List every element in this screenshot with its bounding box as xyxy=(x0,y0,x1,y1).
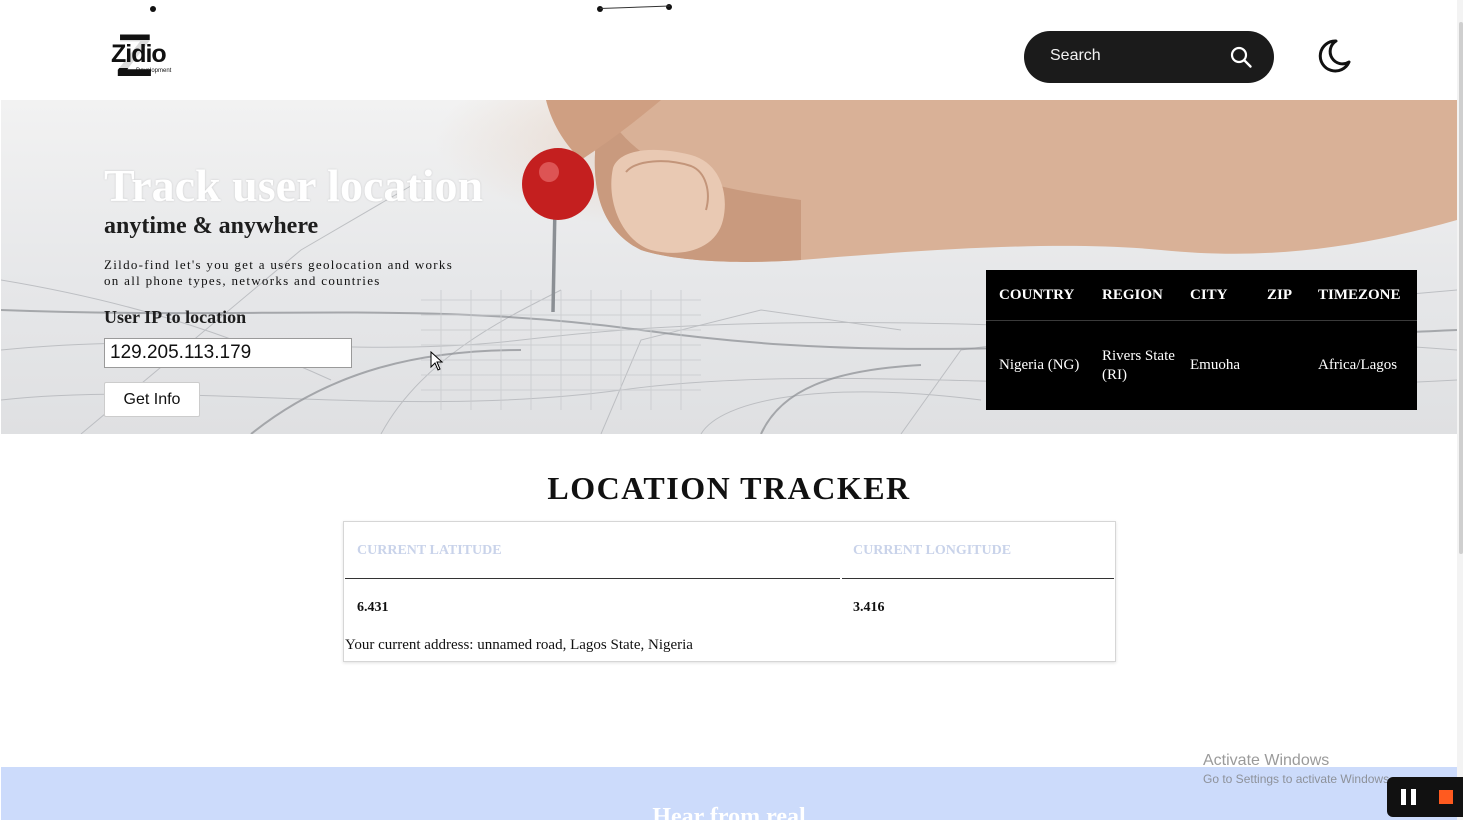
hero-description: Zildo-find let's you get a users geoloca… xyxy=(104,257,454,288)
hero-subtitle: anytime & anywhere xyxy=(104,213,319,239)
cell-region: Rivers State (RI) xyxy=(1102,347,1175,383)
header-divider xyxy=(842,578,1114,579)
get-info-button[interactable]: Get Info xyxy=(104,382,200,417)
mouse-cursor-icon xyxy=(430,351,444,371)
logo-wordmark: Zidio xyxy=(109,40,168,68)
geolocation-result-table: COUNTRY REGION CITY ZIP TIMEZONE Nigeria… xyxy=(986,270,1417,410)
column-header-country: COUNTRY xyxy=(986,270,1089,321)
moon-icon[interactable] xyxy=(1314,36,1354,76)
search-bar[interactable]: Search xyxy=(1024,31,1274,83)
location-tracker-card: CURRENT LATITUDE CURRENT LONGITUDE 6.431… xyxy=(343,521,1116,662)
decorative-dot xyxy=(150,6,156,12)
column-header-timezone: TIMEZONE xyxy=(1305,270,1417,321)
hero-title: Track user location xyxy=(104,160,484,211)
search-icon[interactable] xyxy=(1229,45,1253,69)
logo[interactable]: Z Zidio Development xyxy=(106,26,172,86)
search-input[interactable]: Search xyxy=(1050,47,1101,65)
page-scrollbar-thumb[interactable] xyxy=(1459,22,1463,554)
latitude-value: 6.431 xyxy=(357,600,389,615)
current-address: Your current address: unnamed road, Lago… xyxy=(345,637,693,653)
site-header: Z Zidio Development Search xyxy=(0,0,1463,100)
column-header-zip: ZIP xyxy=(1254,270,1305,321)
column-header-region: REGION xyxy=(1089,270,1177,321)
column-header-city: CITY xyxy=(1177,270,1254,321)
location-tracker-title: LOCATION TRACKER xyxy=(547,470,911,506)
header-divider xyxy=(345,578,840,579)
ip-address-input[interactable] xyxy=(104,338,352,368)
testimonials-title: Hear from real xyxy=(652,804,806,820)
activate-windows-subtitle: Go to Settings to activate Windows. xyxy=(1203,772,1393,786)
ip-input-label: User IP to location xyxy=(104,307,247,327)
longitude-header: CURRENT LONGITUDE xyxy=(853,543,1012,558)
cell-country: Nigeria (NG) xyxy=(999,357,1080,373)
table-header-row: COUNTRY REGION CITY ZIP TIMEZONE xyxy=(986,270,1417,321)
longitude-value: 3.416 xyxy=(853,600,885,615)
activate-windows-notice: Activate Windows Go to Settings to activ… xyxy=(1203,752,1392,786)
cell-timezone: Africa/Lagos xyxy=(1318,357,1398,373)
logo-subtext: Development xyxy=(136,68,172,74)
stop-icon[interactable] xyxy=(1439,790,1453,804)
cell-city: Emuoha xyxy=(1190,357,1240,373)
latitude-header: CURRENT LATITUDE xyxy=(357,543,502,558)
pause-icon[interactable] xyxy=(1401,789,1417,805)
hero-banner: Track user location anytime & anywhere Z… xyxy=(1,100,1457,434)
screen-recorder-controls xyxy=(1387,777,1463,817)
cell-zip xyxy=(1254,321,1305,411)
activate-windows-title: Activate Windows xyxy=(1203,752,1330,769)
decorative-line xyxy=(599,5,670,9)
table-row: Nigeria (NG) Rivers State (RI) Emuoha Af… xyxy=(986,321,1417,411)
